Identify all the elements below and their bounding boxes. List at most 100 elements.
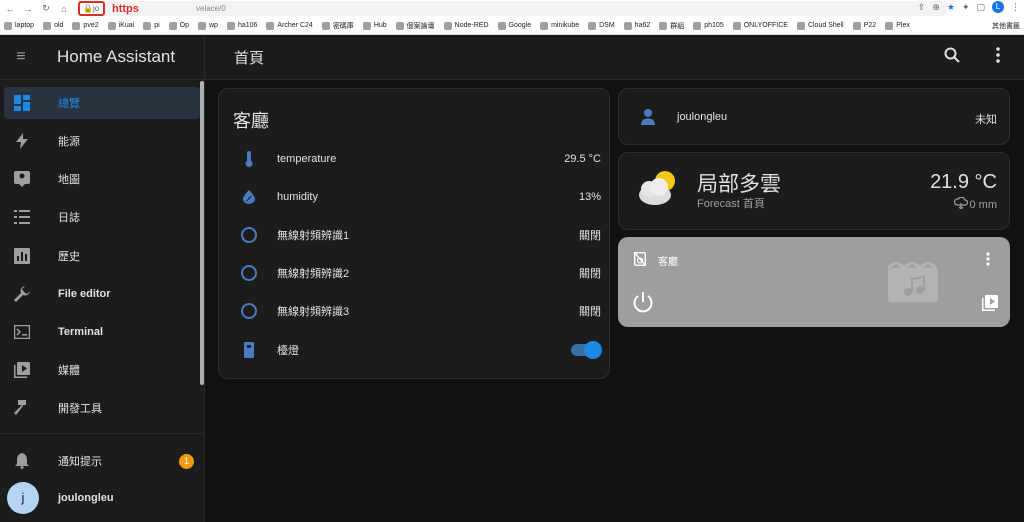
entity-name: 無線射頻辨識3: [277, 306, 350, 318]
bookmark-label: 個案論壇: [406, 22, 435, 30]
browser-menu-icon[interactable]: ⋮: [1011, 2, 1020, 13]
share-icon[interactable]: ⇪: [918, 2, 926, 13]
hammer-icon: [4, 400, 40, 416]
bookmark-item[interactable]: ONLYOFFICE: [732, 21, 788, 30]
bookmark-item[interactable]: 密碼庫: [321, 21, 354, 31]
person-icon: [641, 109, 655, 130]
tab-search-icon[interactable]: ▢: [976, 2, 985, 13]
bookmark-item[interactable]: Hub: [362, 21, 387, 30]
bookmark-favicon-icon: [852, 21, 861, 30]
lamp-toggle[interactable]: [571, 341, 602, 359]
bookmark-item[interactable]: 個案論壇: [395, 21, 435, 31]
entity-state: 關閉: [579, 306, 601, 318]
sidebar-item-notifications[interactable]: 通知提示 1: [4, 445, 200, 477]
bookmark-item[interactable]: iKuai: [107, 21, 134, 30]
entity-name: temperature: [277, 153, 337, 165]
bookmark-label: ha62: [634, 22, 651, 29]
bookmark-item[interactable]: pi: [143, 21, 160, 30]
power-button[interactable]: [632, 292, 654, 319]
entity-row-rfid-3[interactable]: 無線射頻辨識3 關閉: [229, 293, 601, 329]
bookmark-favicon-icon: [885, 21, 894, 30]
bookmark-favicon-icon: [732, 21, 741, 30]
back-icon[interactable]: ←: [4, 4, 16, 14]
bookmark-item[interactable]: ha106: [226, 21, 257, 30]
entity-name: humidity: [277, 191, 318, 203]
bookmark-item[interactable]: DSM: [588, 21, 615, 30]
menu-collapse-icon[interactable]: ≡: [0, 48, 42, 66]
bookmark-item[interactable]: laptop: [4, 21, 34, 30]
entity-row-temperature[interactable]: temperature 29.5 °C: [229, 141, 601, 177]
url-host-highlight[interactable]: 🔒jo: [78, 1, 105, 16]
partly-cloudy-icon: [635, 167, 681, 212]
profile-avatar[interactable]: L: [992, 1, 1004, 13]
weather-card[interactable]: 局部多雲 Forecast 首頁 21.9 °C 0 mm: [618, 152, 1010, 230]
home-icon[interactable]: ⌂: [58, 4, 70, 14]
lightning-icon: [4, 133, 40, 149]
bookmark-item[interactable]: Google: [497, 21, 532, 30]
bookmark-label: pi: [154, 22, 160, 29]
entity-row-lamp[interactable]: 檯燈: [229, 332, 602, 368]
sidebar-scrollbar[interactable]: [200, 81, 204, 385]
sidebar-item-terminal[interactable]: Terminal: [4, 316, 200, 348]
weather-precipitation: 0 mm: [953, 196, 997, 212]
forward-icon[interactable]: →: [22, 4, 34, 14]
bookmark-favicon-icon: [107, 21, 116, 30]
sidebar-item-map[interactable]: 地圖: [4, 163, 200, 195]
sidebar-item-label: 日誌: [58, 212, 80, 224]
bookmark-label: Cloud Shell: [807, 22, 844, 29]
entity-row-humidity[interactable]: humidity 13%: [229, 179, 601, 215]
bookmark-item[interactable]: ph105: [693, 21, 724, 30]
more-options-icon[interactable]: [996, 46, 1000, 68]
app-title: Home Assistant: [57, 47, 176, 66]
bookmark-label: Archer C24: [277, 22, 313, 29]
bookmark-item[interactable]: 群組: [659, 21, 684, 31]
dashboard-icon: [4, 95, 40, 111]
page-title: 首頁: [234, 49, 265, 67]
sidebar-item-overview[interactable]: 總覽: [4, 87, 200, 119]
media-more-icon[interactable]: [986, 252, 990, 271]
entity-row-rfid-1[interactable]: 無線射頻辨識1 關閉: [229, 217, 601, 253]
person-card[interactable]: joulongleu 未知: [618, 88, 1010, 145]
entity-state: 關閉: [579, 230, 601, 242]
bookmark-item[interactable]: Op: [168, 21, 189, 30]
sidebar-item-developer-tools[interactable]: 開發工具: [4, 392, 200, 424]
bookmark-item[interactable]: pve2: [72, 21, 99, 30]
bookmark-item[interactable]: ha62: [623, 21, 651, 30]
bookmark-favicon-icon: [4, 21, 12, 30]
entity-row-rfid-2[interactable]: 無線射頻辨識2 關閉: [229, 255, 601, 291]
weather-temperature: 21.9 °C: [930, 171, 997, 193]
entity-name: 檯燈: [277, 345, 299, 357]
terminal-icon: [4, 325, 40, 339]
bookmark-item[interactable]: minikube: [540, 21, 579, 30]
extensions-icon[interactable]: ✦: [962, 2, 970, 13]
search-icon[interactable]: [944, 47, 960, 68]
bookmark-item[interactable]: wp: [197, 21, 218, 30]
other-bookmarks-folder[interactable]: 其他書籤: [992, 21, 1020, 31]
reload-icon[interactable]: ↻: [40, 3, 52, 14]
music-video-placeholder-icon: [887, 260, 938, 307]
bookmark-item[interactable]: Plex: [885, 21, 910, 30]
sidebar-item-history[interactable]: 歷史: [4, 240, 200, 272]
star-icon[interactable]: ★: [947, 2, 955, 13]
logbook-icon: [4, 210, 40, 224]
sidebar-item-energy[interactable]: 能源: [4, 125, 200, 157]
browser-toolbar: ← → ↻ ⌂ 🔒jo https velace/0 ⇪ ⊕ ★ ✦ ▢ L ⋮: [0, 0, 1024, 17]
sidebar-item-media[interactable]: 媒體: [4, 354, 200, 386]
bookmark-label: Google: [508, 22, 532, 29]
browse-media-icon[interactable]: [982, 295, 998, 316]
weather-condition: 局部多雲: [697, 173, 781, 196]
entity-state: 關閉: [579, 268, 601, 280]
sidebar-item-profile[interactable]: j joulongleu: [4, 482, 200, 514]
bookmark-item[interactable]: P22: [852, 21, 876, 30]
sidebar-item-logbook[interactable]: 日誌: [4, 201, 200, 233]
zoom-icon[interactable]: ⊕: [932, 2, 940, 13]
bookmark-item[interactable]: old: [43, 21, 63, 30]
bookmarks-bar: laptop old pve2 iKuai pi Op wp ha106 Archer C24 密…: [0, 17, 1024, 35]
bookmark-item[interactable]: Archer C24: [266, 21, 313, 30]
bookmark-item[interactable]: Node-RED: [443, 21, 489, 30]
lamp-icon: [229, 342, 269, 358]
sidebar-item-file-editor[interactable]: File editor: [4, 278, 200, 310]
bookmark-favicon-icon: [443, 21, 452, 30]
sidebar-item-label: 總覽: [58, 98, 80, 110]
bookmark-item[interactable]: Cloud Shell: [796, 21, 844, 30]
